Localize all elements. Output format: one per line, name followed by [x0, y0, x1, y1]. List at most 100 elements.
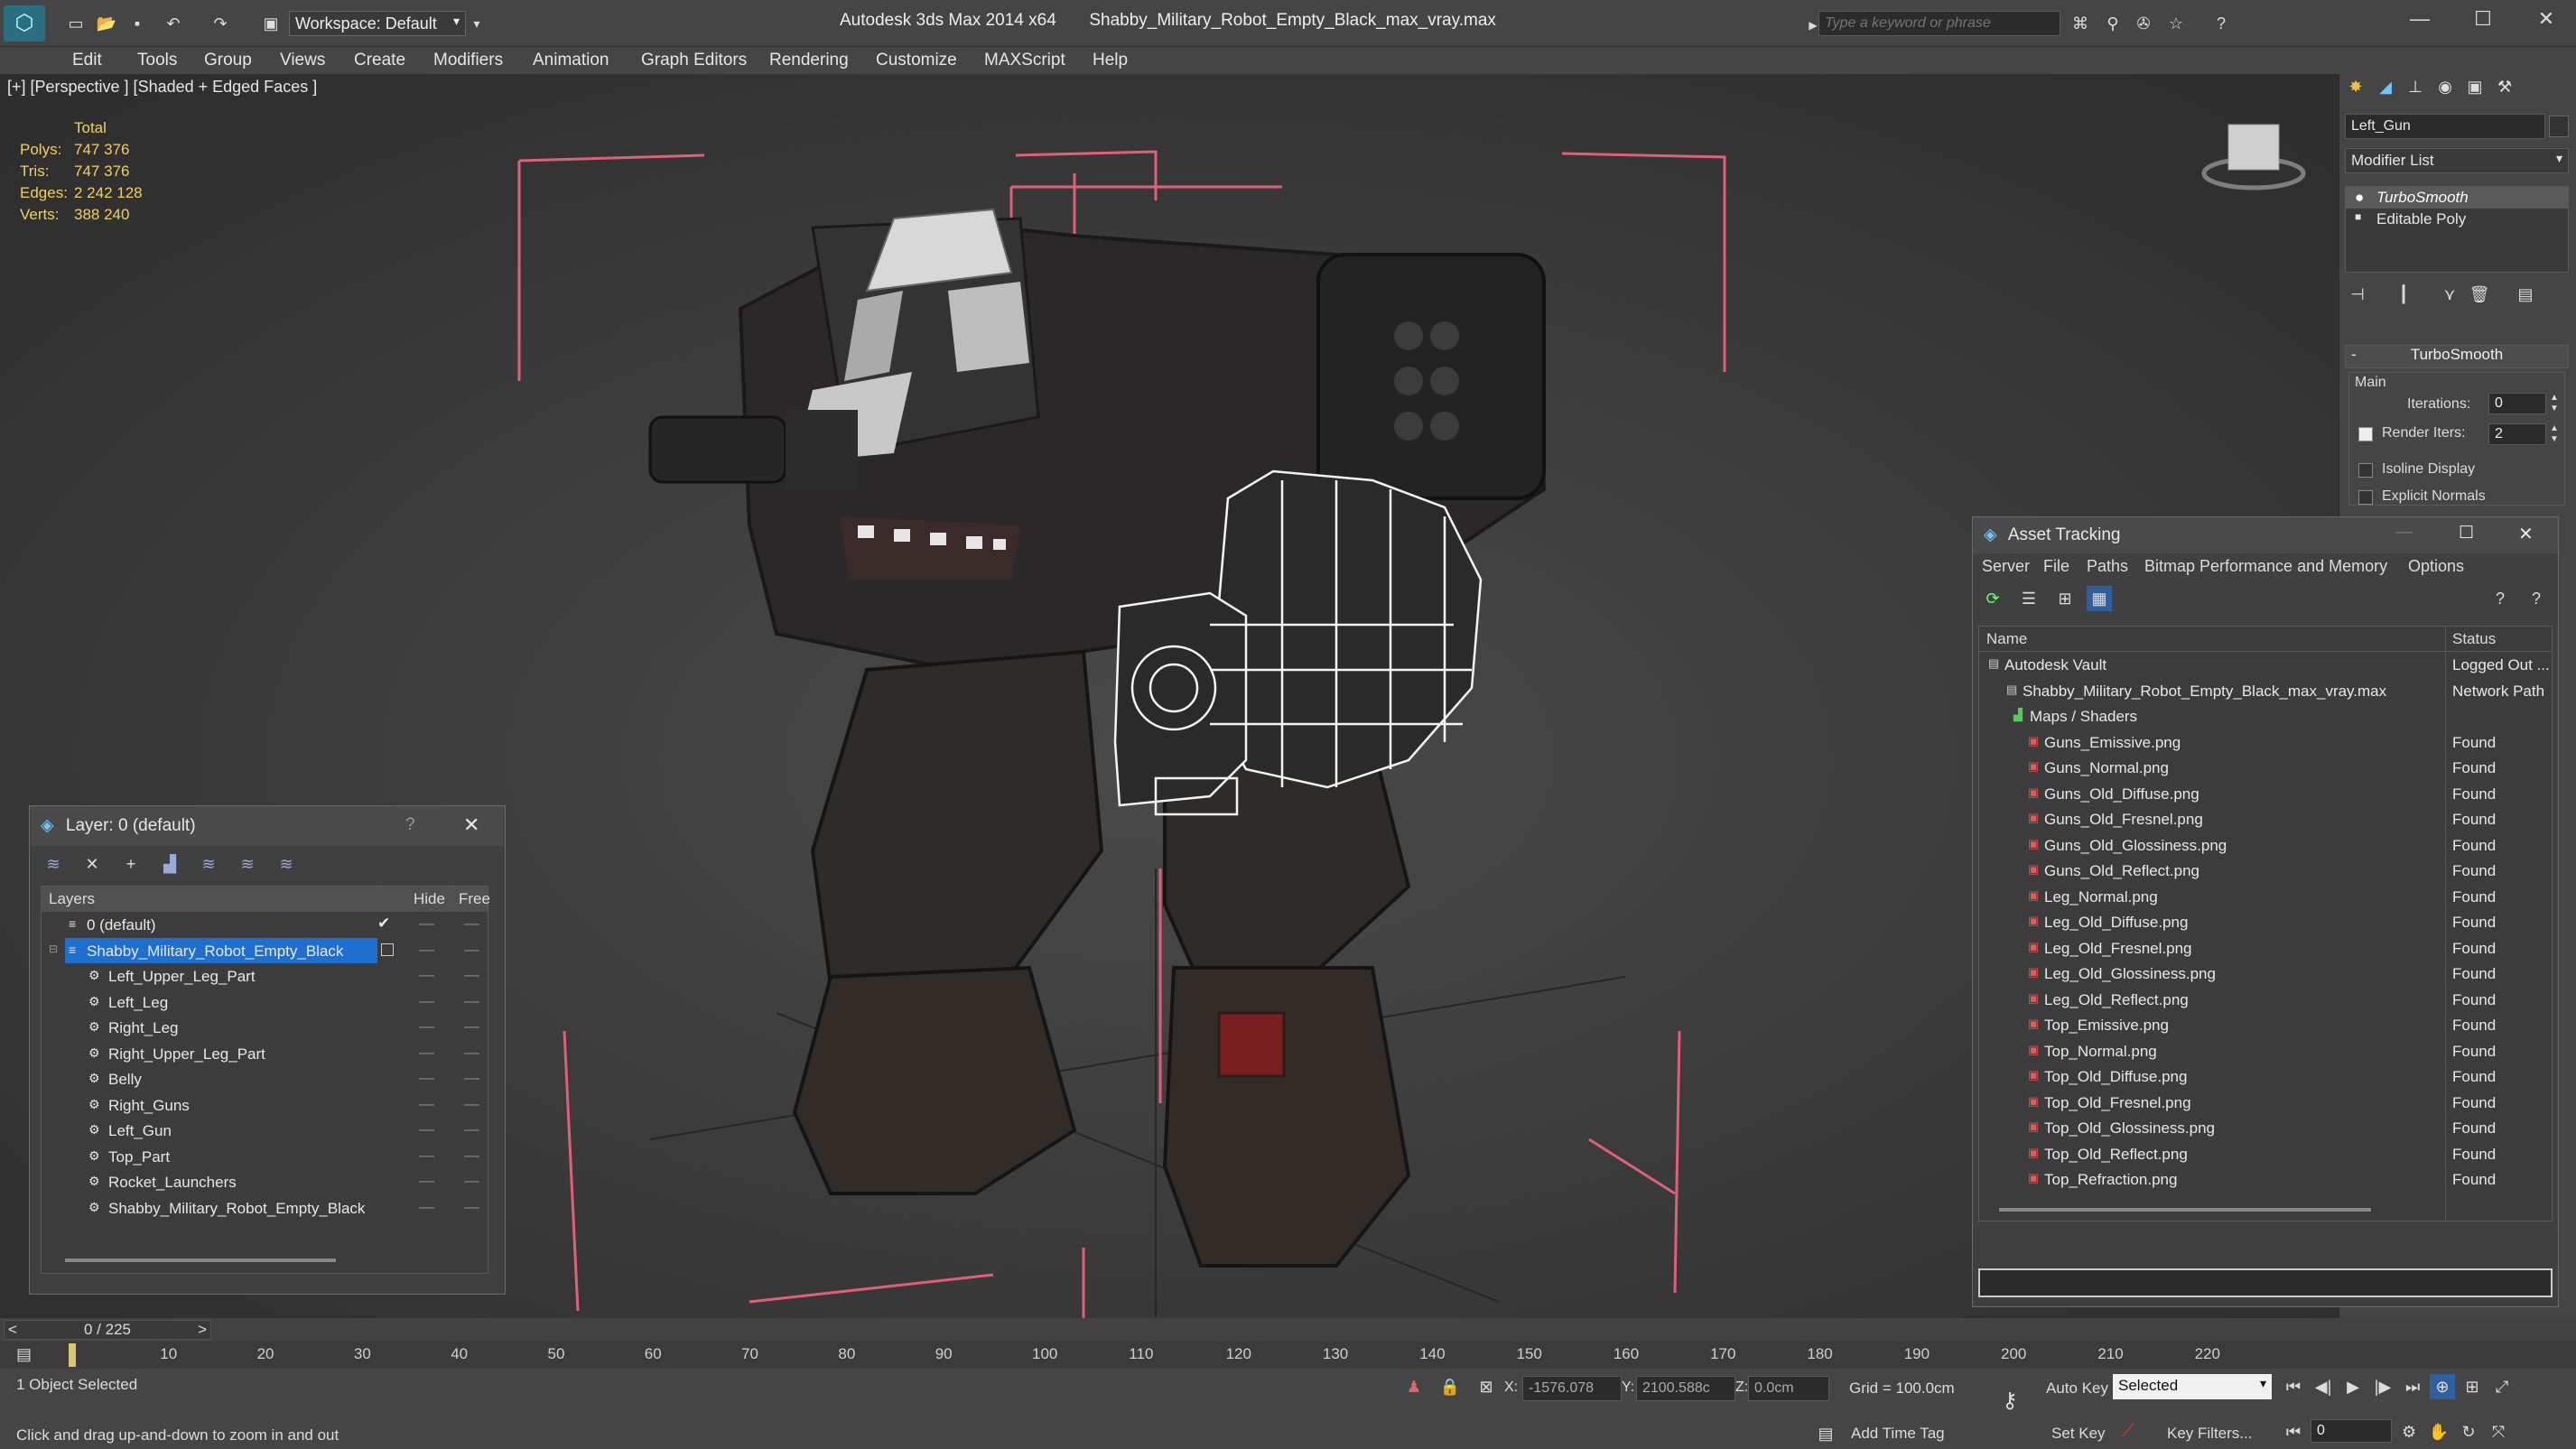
- make-unique-icon[interactable]: ⋎: [2437, 282, 2462, 307]
- menu-maxscript[interactable]: MAXScript: [984, 51, 1065, 70]
- key-mode-dropdown[interactable]: Selected ▾: [2113, 1374, 2272, 1399]
- explicit-normals-checkbox[interactable]: [2358, 490, 2373, 505]
- vault-help-icon[interactable]: ?: [2524, 586, 2549, 611]
- asset-path-field[interactable]: [1978, 1268, 2553, 1297]
- time-tag-icon[interactable]: ▤: [1813, 1421, 1838, 1446]
- menu-edit[interactable]: Edit: [72, 51, 102, 70]
- project-folder-icon[interactable]: ▣: [258, 11, 284, 36]
- display-tab-icon[interactable]: ▣: [2462, 74, 2488, 99]
- asset-row[interactable]: ▣ Guns_Old_Diffuse.png Found: [1979, 781, 2552, 807]
- asset-row[interactable]: ▤ Shabby_Military_Robot_Empty_Black_max_v…: [1979, 678, 2552, 704]
- maximize-icon[interactable]: ☐: [2459, 523, 2474, 543]
- key-icon[interactable]: ⚲: [2100, 11, 2125, 36]
- delete-layer-icon[interactable]: ✕: [79, 851, 105, 877]
- menu-server[interactable]: Server: [1982, 557, 2030, 576]
- pan-icon[interactable]: ✋: [2426, 1419, 2451, 1444]
- menu-rendering[interactable]: Rendering: [769, 51, 849, 70]
- freeze-all-layers-icon[interactable]: ≋: [274, 851, 299, 877]
- search-input[interactable]: [1818, 11, 2060, 36]
- layer-color-swatch[interactable]: [381, 943, 394, 956]
- hide-toggle[interactable]: —: [419, 941, 434, 959]
- modifier-list-dropdown[interactable]: Modifier List ▾: [2345, 148, 2569, 173]
- col-hide[interactable]: Hide: [414, 890, 445, 908]
- create-tab-icon[interactable]: ✸: [2343, 74, 2368, 99]
- absolute-mode-icon[interactable]: ⊠: [1474, 1374, 1499, 1399]
- go-to-start-icon[interactable]: ⏮: [2281, 1374, 2306, 1399]
- stack-toggle-icon[interactable]: ■: [2355, 210, 2361, 223]
- menu-group[interactable]: Group: [204, 51, 252, 70]
- time-config-icon[interactable]: ⚙: [2396, 1419, 2422, 1444]
- layer-row[interactable]: ⊟ ≡ Shabby_Military_Robot_Empty_Black — —: [42, 937, 488, 964]
- asset-row[interactable]: ▤ Autodesk Vault Logged Out ...: [1979, 652, 2552, 678]
- create-layer-icon[interactable]: ≋: [41, 851, 66, 877]
- asset-row[interactable]: ▣ Leg_Normal.png Found: [1979, 884, 2552, 910]
- field-of-view-icon[interactable]: ⤧: [2486, 1419, 2511, 1444]
- hide-toggle[interactable]: —: [419, 992, 434, 1010]
- set-key-icon[interactable]: ⚷: [1997, 1389, 2023, 1414]
- freeze-toggle[interactable]: —: [464, 1017, 479, 1036]
- current-frame-field[interactable]: [2311, 1419, 2393, 1443]
- time-slider[interactable]: < 0 / 225 >: [4, 1320, 211, 1340]
- close-icon[interactable]: ✕: [2518, 523, 2534, 545]
- freeze-toggle[interactable]: —: [464, 1120, 479, 1138]
- menu-file[interactable]: File: [2043, 557, 2069, 576]
- menu-create[interactable]: Create: [354, 51, 405, 70]
- favorites-star-icon[interactable]: ☆: [2163, 11, 2189, 36]
- layer-row[interactable]: ≡ 0 (default) ✔ — —: [42, 912, 488, 938]
- asset-row[interactable]: ▣ Top_Old_Fresnel.png Found: [1979, 1090, 2552, 1116]
- next-frame-icon[interactable]: |▶: [2370, 1374, 2395, 1399]
- asset-row[interactable]: ▣ Leg_Old_Diffuse.png Found: [1979, 909, 2552, 935]
- freeze-toggle[interactable]: —: [464, 1172, 479, 1190]
- lock-selection-icon[interactable]: 🔒: [1437, 1374, 1463, 1399]
- motion-tab-icon[interactable]: ◉: [2432, 74, 2458, 99]
- zoom-extents-icon[interactable]: ⊕: [2430, 1374, 2456, 1399]
- table-view-icon[interactable]: ▦: [2087, 586, 2112, 611]
- x-coordinate-field[interactable]: [1522, 1376, 1622, 1401]
- hide-toggle[interactable]: —: [419, 915, 434, 933]
- z-coordinate-field[interactable]: [1748, 1376, 1829, 1401]
- configure-sets-icon[interactable]: ▤: [2513, 282, 2538, 307]
- maximize-viewport-icon[interactable]: ⤢: [2489, 1374, 2515, 1399]
- hide-toggle[interactable]: —: [419, 1017, 434, 1036]
- asset-row[interactable]: ▣ Leg_Old_Glossiness.png Found: [1979, 961, 2552, 987]
- binoculars-icon[interactable]: ⌘: [2068, 11, 2093, 36]
- save-icon[interactable]: ▪: [125, 11, 150, 36]
- col-name[interactable]: Name: [1986, 630, 2027, 648]
- minimize-icon[interactable]: —: [2395, 523, 2413, 543]
- y-coordinate-field[interactable]: [1636, 1376, 1735, 1401]
- col-layers[interactable]: Layers: [49, 890, 95, 908]
- key-mode-toggle-icon[interactable]: ⏮: [2281, 1419, 2306, 1444]
- col-freeze[interactable]: Free: [459, 890, 490, 908]
- dropdown-arrow-icon[interactable]: ▾: [464, 11, 489, 36]
- freeze-toggle[interactable]: —: [464, 966, 479, 984]
- iterations-spinner[interactable]: [2488, 393, 2546, 414]
- col-status[interactable]: Status: [2452, 630, 2496, 648]
- asset-row[interactable]: ▣ Guns_Old_Glossiness.png Found: [1979, 832, 2552, 859]
- object-row[interactable]: ⚙ Left_Upper_Leg_Part — —: [42, 963, 488, 989]
- menu-animation[interactable]: Animation: [533, 51, 609, 70]
- asset-row[interactable]: ▣ Leg_Old_Reflect.png Found: [1979, 987, 2552, 1013]
- key-filters-button[interactable]: Key Filters...: [2167, 1425, 2252, 1443]
- asset-row[interactable]: ▣ Top_Emissive.png Found: [1979, 1012, 2552, 1038]
- horizontal-scrollbar[interactable]: [1999, 1208, 2371, 1212]
- object-name-field[interactable]: [2345, 114, 2545, 139]
- hide-toggle[interactable]: —: [419, 1172, 434, 1190]
- object-row[interactable]: ⚙ Right_Upper_Leg_Part — —: [42, 1041, 488, 1067]
- isolate-icon[interactable]: ♟: [1401, 1374, 1427, 1399]
- help-icon[interactable]: ?: [2209, 11, 2234, 36]
- utilities-tab-icon[interactable]: ⚒: [2492, 74, 2517, 99]
- freeze-toggle[interactable]: —: [464, 1095, 479, 1113]
- hide-all-layers-icon[interactable]: ≋: [235, 851, 260, 877]
- hierarchy-tab-icon[interactable]: ⊥: [2403, 74, 2428, 99]
- highlight-layer-icon[interactable]: ≋: [196, 851, 221, 877]
- asset-row[interactable]: ▣ Top_Old_Reflect.png Found: [1979, 1141, 2552, 1167]
- lightbulb-icon[interactable]: ●: [2355, 189, 2364, 207]
- next-frame-icon[interactable]: >: [198, 1321, 207, 1339]
- collapse-icon[interactable]: ⊟: [49, 943, 58, 955]
- pin-stack-icon[interactable]: ⊣: [2345, 282, 2370, 307]
- isoline-checkbox[interactable]: [2358, 463, 2373, 478]
- prev-frame-icon[interactable]: <: [8, 1321, 17, 1339]
- freeze-toggle[interactable]: —: [464, 941, 479, 959]
- hide-toggle[interactable]: —: [419, 966, 434, 984]
- maximize-icon[interactable]: ☐: [2465, 7, 2501, 40]
